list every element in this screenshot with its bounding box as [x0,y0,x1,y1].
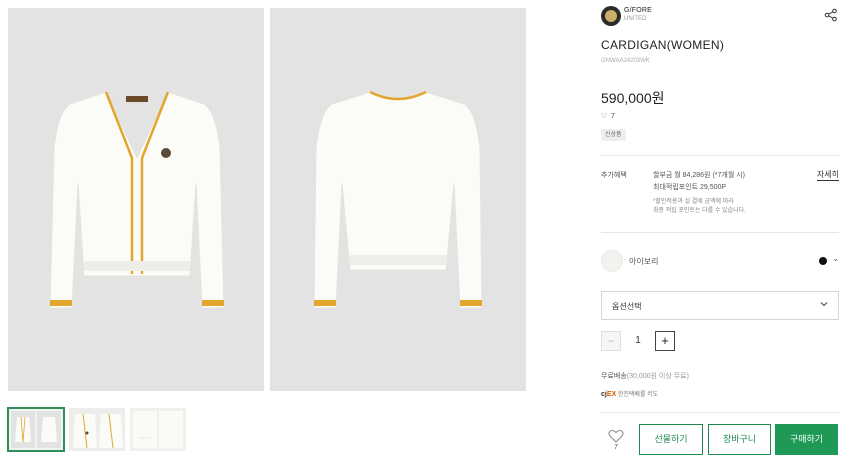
shipping-info: 무료배송(30,000원 이상 무료) [601,371,689,381]
like-count-value: 7 [611,113,615,120]
new-badge: 신상품 [601,129,626,141]
courier-text: 한진택배를 키도 [617,392,659,398]
cardigan-front-illustration [49,91,225,309]
courier-logo-accent: EX [606,391,617,398]
thumbnail-1-illustration [11,411,61,448]
divider [601,155,839,156]
buy-now-button[interactable]: 구매하기 [775,424,838,455]
option-select-label: 옵션선택 [612,302,642,311]
divider [601,412,839,413]
like-count: ♡ 7 [601,112,615,120]
brand-subtitle: UNITED [624,16,647,22]
brand-logo-icon [601,6,621,26]
wishlist-count: 7 [614,444,618,451]
benefit-label: 추가혜택 [601,172,627,179]
share-icon-graphic [824,8,837,22]
quantity-value[interactable]: 1 [621,331,655,351]
product-code: GNWAA24203WK [601,58,650,64]
courier-logo: cjEX [601,391,616,398]
color-swatch[interactable] [601,250,623,272]
quantity-increase-button[interactable]: + [655,331,675,351]
add-to-cart-button[interactable]: 장바구니 [708,424,771,455]
shipping-text: 무료배송 [601,373,627,380]
option-select[interactable]: 옵션선택 [601,291,839,320]
color-selector: 아이보리 ⌄ [601,250,839,274]
product-price: 590,000원 [601,90,665,106]
shipping-condition: (30,000원 이상 무료) [626,373,689,380]
thumbnail-3[interactable] [130,408,186,451]
product-info-panel: G/FORE UNITED CARDIGAN(WOMEN) GNWAA24203… [601,0,839,470]
quantity-decrease-button[interactable]: − [601,331,621,351]
share-icon[interactable] [824,8,838,22]
divider [601,232,839,233]
chevron-down-icon[interactable]: ⌄ [832,254,839,263]
product-image-back[interactable] [270,8,526,391]
chevron-down-icon [820,302,828,307]
wishlist-button[interactable]: 7 [605,429,627,455]
thumbnail-3-illustration [130,408,186,451]
courier-info: cjEX 한진택배를 키도 [601,389,658,398]
thumbnail-2[interactable] [69,408,125,451]
cardigan-back-illustration [313,90,483,309]
color-name: 아이보리 [629,257,659,266]
benefit-note-1: *할인적용과 실 결제 금액에 따라 [653,199,734,205]
detail-link[interactable]: 자세히 [816,169,839,181]
installment-info: 할부금 월 84,286원 (*7개월 시) [653,172,745,179]
thumbnail-2-illustration [69,408,125,451]
brand-name: G/FORE [624,7,653,14]
points-info: 최대적립포인트 29,500P [653,184,727,191]
thumbnail-1[interactable] [7,407,65,452]
product-title: CARDIGAN(WOMEN) [601,38,725,52]
benefit-note-2: 최종 적립 포인트는 다를 수 있습니다. [653,208,746,214]
gift-button[interactable]: 선물하기 [639,424,703,455]
product-image-front[interactable] [8,8,264,391]
color-dot[interactable] [819,257,827,265]
heart-icon: ♡ [601,113,608,120]
heart-icon [608,429,624,443]
